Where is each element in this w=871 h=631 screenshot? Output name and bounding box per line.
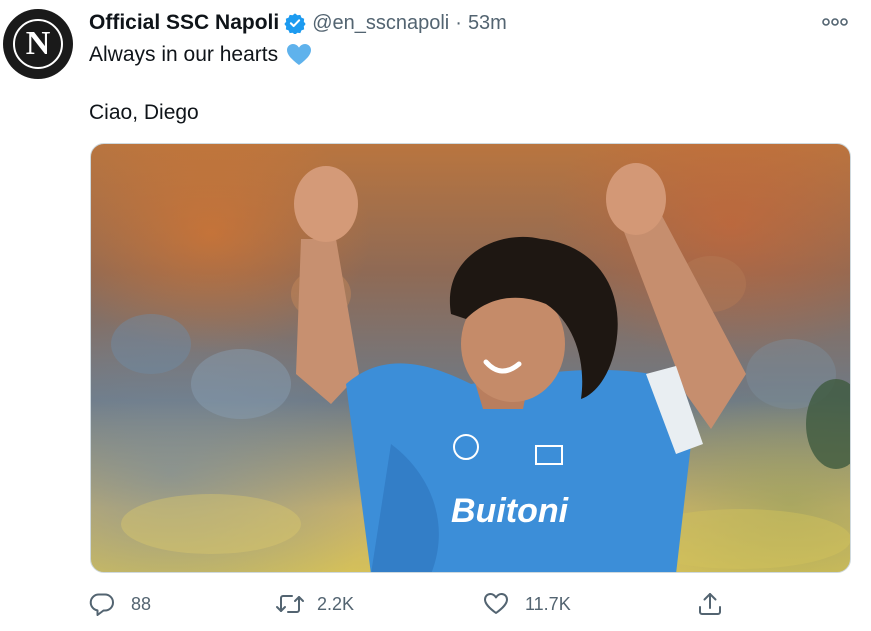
author-handle[interactable]: @en_sscnapoli — [312, 12, 449, 35]
like-button[interactable]: 11.7K — [483, 586, 571, 622]
tweet-text-ciao: Ciao, Diego — [89, 101, 199, 124]
retweet-icon — [275, 591, 304, 617]
share-button[interactable] — [697, 586, 723, 622]
heart-outline-icon — [483, 591, 509, 617]
avatar[interactable]: N — [3, 9, 73, 79]
blue-heart-icon — [286, 43, 312, 67]
share-upload-icon — [697, 591, 723, 617]
tweet-text-line-1: Always in our hearts — [89, 40, 312, 70]
reply-button[interactable]: 88 — [89, 586, 151, 622]
shirt-sponsor-text: Buitoni — [451, 492, 570, 530]
like-count: 11.7K — [525, 593, 571, 614]
author-name[interactable]: Official SSC Napoli — [89, 11, 279, 35]
tweet-text-hearts: Always in our hearts — [89, 43, 279, 66]
tweet-header: Official SSC Napoli @en_sscnapoli · 53m — [89, 9, 507, 37]
retweet-button[interactable]: 2.2K — [275, 586, 354, 622]
header-separator: · — [455, 11, 462, 34]
reply-count: 88 — [131, 593, 152, 614]
reply-bubble-icon — [89, 591, 115, 617]
tweet-timestamp[interactable]: 53m — [468, 12, 507, 35]
tweet-text-line-2: Ciao, Diego — [89, 98, 199, 128]
retweet-count: 2.2K — [317, 593, 355, 614]
more-dots-icon[interactable] — [818, 10, 852, 34]
photo-illustration: Buitoni — [111, 163, 850, 572]
tweet-actions: 88 2.2K 11.7K — [0, 586, 871, 622]
avatar-logo-letter: N — [25, 25, 51, 62]
tweet-photo[interactable]: Buitoni — [90, 143, 851, 573]
verified-badge-icon — [284, 12, 306, 35]
